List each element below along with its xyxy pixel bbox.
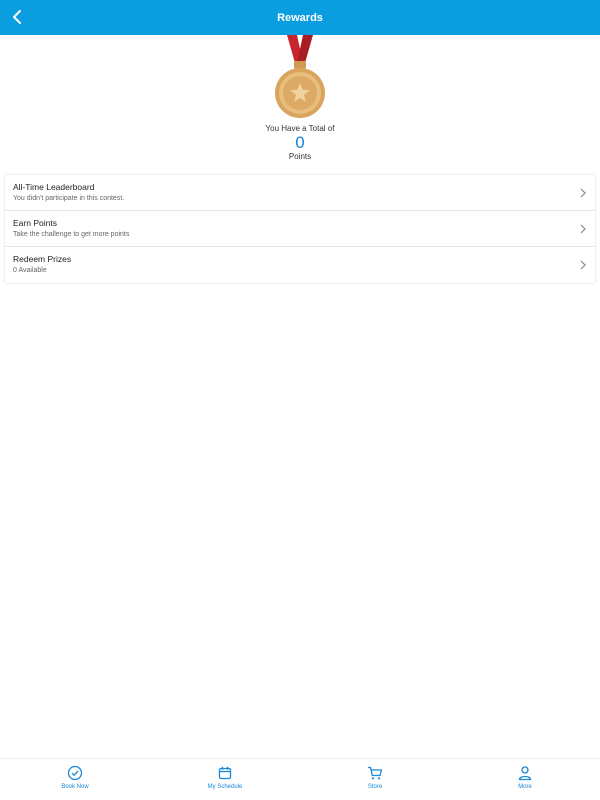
page-title: Rewards [277,11,323,24]
rewards-menu: All-Time Leaderboard You didn't particip… [5,175,595,283]
points-value: 0 [294,133,306,152]
tab-label: More [518,784,532,790]
tab-book-now[interactable]: Book Now [35,765,115,790]
chevron-right-icon [580,188,586,198]
list-item-title: Redeem Prizes [13,254,72,264]
app-header: Rewards [0,0,600,35]
list-item-title: Earn Points [13,218,57,228]
redeem-prizes-item[interactable]: Redeem Prizes 0 Available [5,247,595,283]
list-item-subtitle: 0 Available [13,267,47,274]
tab-label: My Schedule [207,784,243,790]
points-summary: You Have a Total of 0 Points [0,35,600,165]
points-unit-label: Points [288,152,312,161]
chevron-right-icon [580,224,586,234]
cart-icon [368,766,383,780]
calendar-icon [218,766,232,780]
chevron-right-icon [580,260,586,270]
leaderboard-item[interactable]: All-Time Leaderboard You didn't particip… [5,175,595,211]
tab-my-schedule[interactable]: My Schedule [185,765,265,790]
medal-icon [275,35,325,118]
person-icon [518,766,532,781]
list-item-subtitle: You didn't participate in this contest. [13,195,125,202]
list-item-subtitle: Take the challenge to get more points [13,231,130,238]
bottom-tab-bar: Book Now My Schedule Store More [0,758,600,800]
list-item-title: All-Time Leaderboard [13,182,95,192]
tab-label: Book Now [61,784,89,790]
back-button[interactable] [6,6,28,28]
tab-label: Store [367,784,383,790]
chevron-left-icon [13,10,21,24]
tab-store[interactable]: Store [335,765,415,790]
check-circle-icon [67,765,83,781]
earn-points-item[interactable]: Earn Points Take the challenge to get mo… [5,211,595,247]
total-label: You Have a Total of [265,124,335,133]
tab-more[interactable]: More [485,765,565,790]
